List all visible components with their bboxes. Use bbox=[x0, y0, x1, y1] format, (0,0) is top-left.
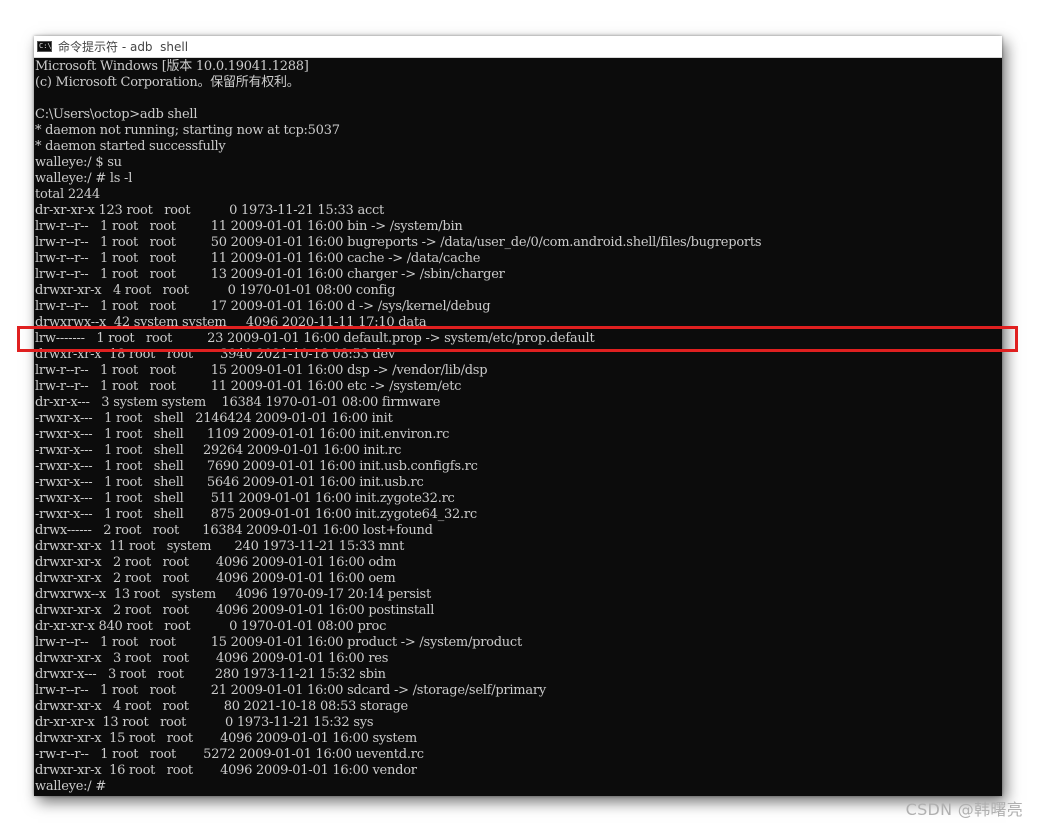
console-line: drwxr-xr-x 4 root root 0 1970-01-01 08:0… bbox=[35, 283, 396, 298]
title-bar[interactable]: C:\ 命令提示符 - adb shell bbox=[34, 36, 1002, 58]
console-line: lrw-r--r-- 1 root root 50 2009-01-01 16:… bbox=[35, 235, 762, 250]
console-line: dr-xr-xr-x 840 root root 0 1970-01-01 08… bbox=[35, 619, 387, 634]
console-line: walleye:/ # bbox=[35, 779, 106, 794]
console-line: lrw-r--r-- 1 root root 15 2009-01-01 16:… bbox=[35, 635, 522, 650]
console-line: (c) Microsoft Corporation。保留所有权利。 bbox=[35, 75, 300, 90]
console-line: -rwxr-x--- 1 root shell 875 2009-01-01 1… bbox=[35, 507, 477, 522]
console-line: drwxrwx--x 13 root system 4096 1970-09-1… bbox=[35, 587, 431, 602]
console-line: lrw-r--r-- 1 root root 11 2009-01-01 16:… bbox=[35, 251, 481, 266]
console-line: drwxr-xr-x 2 root root 4096 2009-01-01 1… bbox=[35, 571, 396, 586]
console-line: -rwxr-x--- 1 root shell 29264 2009-01-01… bbox=[35, 443, 402, 458]
console-line: lrw-r--r-- 1 root root 11 2009-01-01 16:… bbox=[35, 379, 462, 394]
console-line: drwxr-xr-x 2 root root 4096 2009-01-01 1… bbox=[35, 603, 435, 618]
highlight-box-default-prop bbox=[17, 326, 1018, 352]
console-line: lrw-r--r-- 1 root root 17 2009-01-01 16:… bbox=[35, 299, 491, 314]
console-line: dr-xr-x--- 3 system system 16384 1970-01… bbox=[35, 395, 441, 410]
console-line: drwx------ 2 root root 16384 2009-01-01 … bbox=[35, 523, 433, 538]
console-line: -rwxr-x--- 1 root shell 511 2009-01-01 1… bbox=[35, 491, 455, 506]
console-output[interactable]: Microsoft Windows [版本 10.0.19041.1288] (c… bbox=[35, 59, 1001, 795]
console-line: C:\Users\octop>adb shell bbox=[35, 107, 198, 122]
console-app-icon: C:\ bbox=[37, 41, 52, 52]
console-line: * daemon not running; starting now at tc… bbox=[35, 123, 340, 138]
console-line: drwxr-xr-x 15 root root 4096 2009-01-01 … bbox=[35, 731, 417, 746]
console-line: -rwxr-x--- 1 root shell 7690 2009-01-01 … bbox=[35, 459, 478, 474]
console-line: drwxr-xr-x 16 root root 4096 2009-01-01 … bbox=[35, 763, 417, 778]
console-line: -rwxr-x--- 1 root shell 5646 2009-01-01 … bbox=[35, 475, 424, 490]
console-line: -rwxr-x--- 1 root shell 1109 2009-01-01 … bbox=[35, 427, 450, 442]
console-line: -rwxr-x--- 1 root shell 2146424 2009-01-… bbox=[35, 411, 393, 426]
console-line: total 2244 bbox=[35, 187, 100, 202]
console-line: walleye:/ # ls -l bbox=[35, 171, 133, 186]
console-line: drwxr-xr-x 2 root root 4096 2009-01-01 1… bbox=[35, 555, 397, 570]
console-line: -rw-r--r-- 1 root root 5272 2009-01-01 1… bbox=[35, 747, 424, 762]
console-line: drwxr-xr-x 3 root root 4096 2009-01-01 1… bbox=[35, 651, 389, 666]
console-line: drwxr-xr-x 4 root root 80 2021-10-18 08:… bbox=[35, 699, 409, 714]
console-line: Microsoft Windows [版本 10.0.19041.1288] bbox=[35, 59, 309, 74]
console-line: lrw-r--r-- 1 root root 15 2009-01-01 16:… bbox=[35, 363, 488, 378]
console-line: lrw-r--r-- 1 root root 11 2009-01-01 16:… bbox=[35, 219, 463, 234]
command-prompt-window: C:\ 命令提示符 - adb shell Microsoft Windows … bbox=[34, 36, 1002, 796]
console-line: dr-xr-xr-x 13 root root 0 1973-11-21 15:… bbox=[35, 715, 374, 730]
watermark: CSDN @韩曙亮 bbox=[905, 800, 1023, 819]
console-line: drwxr-xr-x 11 root system 240 1973-11-21… bbox=[35, 539, 405, 554]
console-line: * daemon started successfully bbox=[35, 139, 226, 154]
console-line: lrw-r--r-- 1 root root 21 2009-01-01 16:… bbox=[35, 683, 546, 698]
window-title: 命令提示符 - adb shell bbox=[58, 40, 189, 54]
console-line: lrw-r--r-- 1 root root 13 2009-01-01 16:… bbox=[35, 267, 505, 282]
console-line: drwxr-x--- 3 root root 280 1973-11-21 15… bbox=[35, 667, 386, 682]
console-line: dr-xr-xr-x 123 root root 0 1973-11-21 15… bbox=[35, 203, 384, 218]
console-line: walleye:/ $ su bbox=[35, 155, 122, 170]
